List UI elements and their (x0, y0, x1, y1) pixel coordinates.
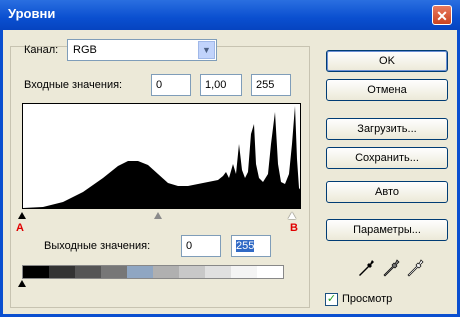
gamma-handle[interactable] (154, 212, 162, 219)
gray-eyedropper-icon[interactable] (383, 258, 401, 278)
input-gamma-field[interactable]: 1,00 (200, 74, 242, 96)
input-levels-label: Входные значения: (24, 79, 123, 91)
window-title: Уровни (8, 6, 56, 21)
histogram-graph (23, 106, 300, 208)
channel-value: RGB (73, 44, 97, 56)
output-gradient (22, 265, 284, 279)
close-icon: ✕ (436, 8, 448, 24)
output-white-value: 255 (236, 240, 255, 252)
input-black-field[interactable]: 0 (151, 74, 191, 96)
close-button[interactable]: ✕ (432, 5, 452, 25)
histogram (22, 103, 301, 209)
auto-button[interactable]: Авто (326, 181, 448, 203)
input-slider[interactable] (18, 212, 301, 222)
check-icon: ✓ (326, 293, 337, 305)
output-black-handle[interactable] (18, 280, 26, 287)
black-point-handle[interactable] (18, 212, 26, 219)
title-bar: Уровни ✕ (0, 0, 460, 30)
output-white-field[interactable]: 255 (231, 235, 271, 257)
chevron-down-icon[interactable]: ▼ (198, 41, 215, 59)
input-white-value: 255 (256, 79, 275, 91)
preview-checkbox[interactable]: ✓ (325, 293, 338, 306)
preview-label: Просмотр (342, 293, 393, 305)
ok-button[interactable]: OK (326, 50, 448, 72)
marker-b: B (290, 222, 298, 234)
black-eyedropper-icon[interactable] (358, 258, 376, 278)
white-point-handle[interactable] (288, 212, 296, 219)
options-button[interactable]: Параметры... (326, 219, 448, 241)
channel-label: Канал: (24, 44, 59, 56)
input-white-field[interactable]: 255 (251, 74, 291, 96)
input-gamma-value: 1,00 (205, 79, 227, 91)
marker-a: A (16, 222, 24, 234)
save-button[interactable]: Сохранить... (326, 147, 448, 169)
load-button[interactable]: Загрузить... (326, 118, 448, 140)
input-black-value: 0 (156, 79, 163, 91)
output-levels-label: Выходные значения: (44, 240, 151, 252)
channel-select[interactable]: RGB ▼ (67, 39, 217, 61)
output-black-field[interactable]: 0 (181, 235, 221, 257)
cancel-button[interactable]: Отмена (326, 79, 448, 101)
output-black-value: 0 (186, 240, 193, 252)
white-eyedropper-icon[interactable] (407, 258, 425, 278)
